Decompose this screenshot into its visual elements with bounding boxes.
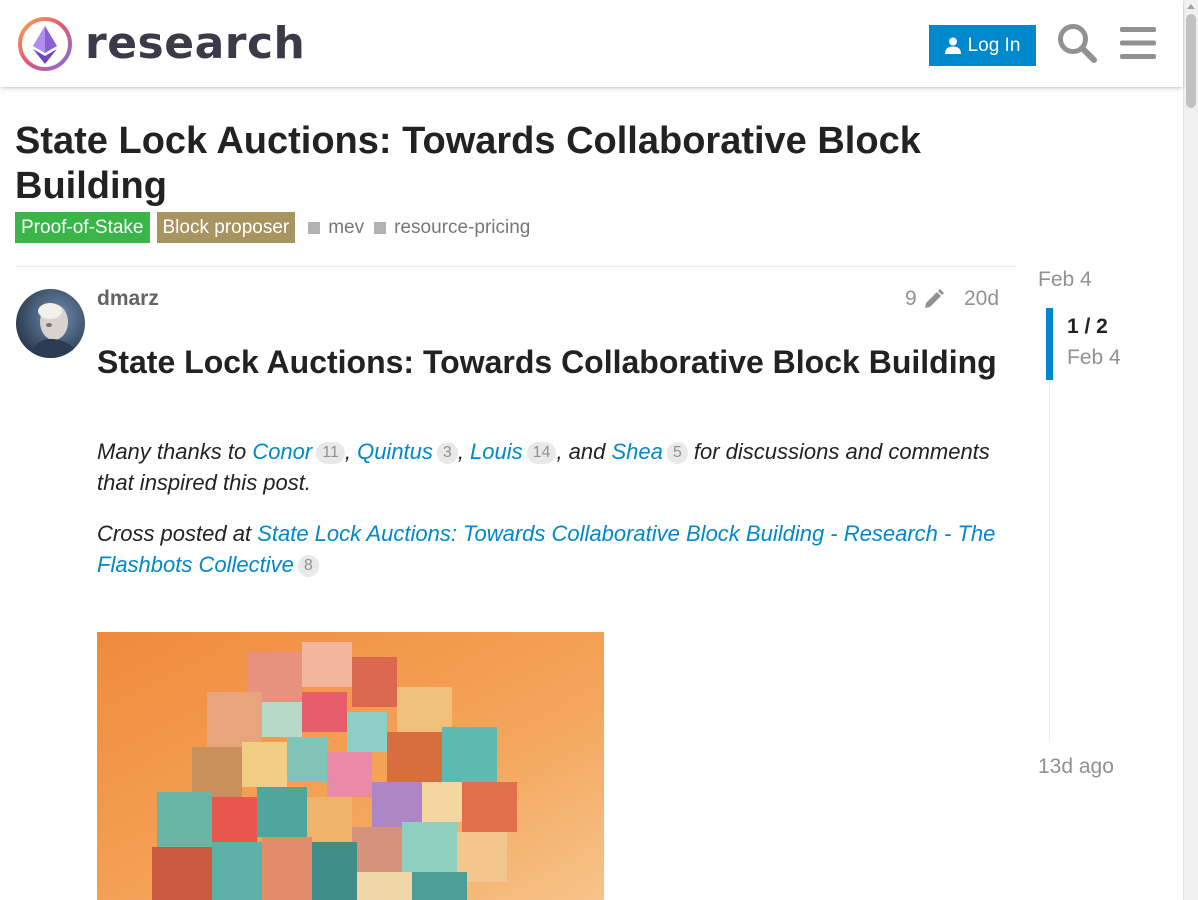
topic-category-tags: Proof-of-Stake Block proposer mev resour… (15, 212, 534, 243)
colorful-blocks-illustration (97, 632, 604, 900)
separator: , (344, 439, 358, 464)
pencil-icon (924, 289, 944, 308)
post-edit-history[interactable]: 9 (905, 287, 945, 311)
search-icon[interactable] (1056, 22, 1098, 64)
timeline-position: 1 / 2 (1067, 315, 1108, 338)
topic-title[interactable]: State Lock Auctions: Towards Collaborati… (15, 119, 975, 209)
avatar[interactable] (16, 289, 85, 358)
separator: , and (556, 439, 612, 464)
edit-count: 9 (905, 287, 917, 310)
link-click-count: 3 (436, 442, 458, 464)
tag-label: resource-pricing (394, 216, 531, 238)
page-scrollbar[interactable] (1183, 0, 1198, 900)
tag-mev[interactable]: mev (308, 217, 364, 239)
post-image[interactable] (97, 632, 604, 900)
topic-divider (15, 266, 1016, 267)
mention-link-shea[interactable]: Shea (611, 439, 662, 464)
separator: , (457, 439, 471, 464)
post-heading: State Lock Auctions: Towards Collaborati… (97, 344, 997, 380)
thanks-prefix: Many thanks to (97, 439, 253, 464)
avatar-image (16, 289, 85, 358)
timeline-current-date: Feb 4 (1067, 346, 1121, 369)
mention-link-conor[interactable]: Conor (252, 439, 312, 464)
scroll-up-arrow-icon[interactable] (1187, 4, 1195, 9)
thanks-paragraph: Many thanks to Conor 11, Quintus 3, Louis 1… (97, 436, 1007, 498)
tag-square-icon (374, 221, 387, 234)
site-header: research Log In (0, 0, 1183, 87)
tag-resource-pricing[interactable]: resource-pricing (374, 217, 530, 239)
post-age[interactable]: 20d (964, 287, 999, 311)
site-logo[interactable]: research (17, 16, 305, 72)
hamburger-menu-icon[interactable] (1120, 26, 1156, 60)
link-click-count: 14 (526, 442, 557, 464)
link-click-count: 8 (297, 555, 319, 577)
tag-square-icon (308, 221, 321, 234)
ethereum-research-logo-icon (18, 17, 72, 71)
login-button[interactable]: Log In (929, 25, 1036, 66)
scroll-thumb[interactable] (1186, 14, 1196, 108)
timeline-end-label[interactable]: 13d ago (1038, 755, 1114, 779)
login-label: Log In (967, 34, 1021, 56)
logo-text: research (85, 18, 306, 69)
category-badge-block-proposer[interactable]: Block proposer (156, 212, 296, 243)
cross-post-prefix: Cross posted at (97, 521, 258, 546)
cross-post-paragraph: Cross posted at State Lock Auctions: Tow… (97, 518, 1007, 580)
mention-link-quintus[interactable]: Quintus (357, 439, 433, 464)
timeline-start-date[interactable]: Feb 4 (1038, 268, 1092, 292)
mention-link-louis[interactable]: Louis (470, 439, 523, 464)
tag-label: mev (328, 216, 365, 238)
category-badge-proof-of-stake[interactable]: Proof-of-Stake (15, 212, 150, 243)
link-click-count: 11 (316, 442, 345, 464)
user-icon (944, 37, 961, 54)
link-click-count: 5 (666, 442, 688, 464)
timeline-scroller-handle[interactable] (1046, 308, 1053, 380)
post-author-username[interactable]: dmarz (97, 287, 159, 311)
